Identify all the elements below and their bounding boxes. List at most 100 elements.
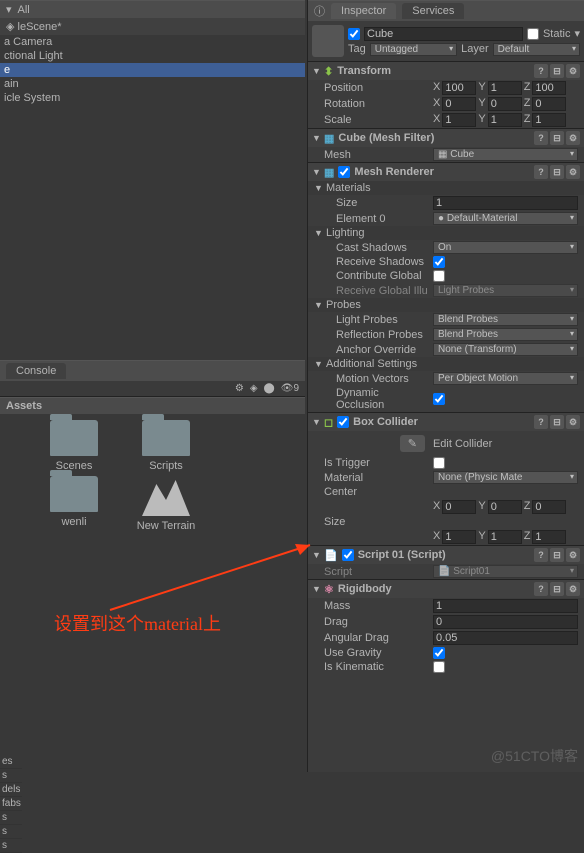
rot-y[interactable] xyxy=(488,97,522,111)
center-y[interactable] xyxy=(488,500,522,514)
mass-input[interactable] xyxy=(433,599,578,613)
scene-name[interactable]: ◈ leScene* xyxy=(0,18,305,35)
asset-item[interactable]: Scripts xyxy=(122,420,210,472)
console-tab[interactable]: Console xyxy=(0,360,305,381)
assets-category[interactable]: s xyxy=(0,839,22,853)
hierarchy-item[interactable]: icle System xyxy=(0,91,305,105)
preset-icon[interactable]: ⊟ xyxy=(550,64,564,78)
gear-icon[interactable]: ⚙ xyxy=(566,582,580,596)
size-y[interactable] xyxy=(488,530,522,544)
preset-icon[interactable]: ⊟ xyxy=(550,415,564,429)
collider-enable-checkbox[interactable] xyxy=(337,416,349,428)
preset-icon[interactable]: ⊟ xyxy=(550,582,564,596)
foldout-icon[interactable]: ▼ xyxy=(312,66,320,76)
use-gravity-checkbox[interactable] xyxy=(433,647,445,659)
asset-label: New Terrain xyxy=(122,520,210,532)
assets-category[interactable]: dels xyxy=(0,783,22,797)
rigidbody-component: ▼⚛Rigidbody?⊟⚙ Mass Drag Angular Drag Us… xyxy=(308,579,584,674)
script-enable-checkbox[interactable] xyxy=(342,549,354,561)
asset-item[interactable]: New Terrain xyxy=(122,476,210,532)
scl-x[interactable] xyxy=(442,113,476,127)
pos-z[interactable] xyxy=(532,81,566,95)
help-icon[interactable]: ? xyxy=(534,131,548,145)
is-kinematic-checkbox[interactable] xyxy=(433,661,445,673)
assets-tab[interactable]: Assets xyxy=(0,397,305,414)
gameobject-icon[interactable] xyxy=(312,25,344,57)
help-icon[interactable]: ? xyxy=(534,582,548,596)
mesh-icon: ▦ xyxy=(324,132,334,145)
motion-vectors-dropdown[interactable]: Per Object Motion xyxy=(433,372,578,385)
pos-x[interactable] xyxy=(442,81,476,95)
tab-inspector[interactable]: Inspector xyxy=(331,3,396,19)
center-x[interactable] xyxy=(442,500,476,514)
help-icon[interactable]: ? xyxy=(534,548,548,562)
foldout-icon[interactable]: ▼ xyxy=(312,550,320,560)
physic-material-field[interactable]: None (Physic Mate xyxy=(433,471,578,484)
renderer-enable-checkbox[interactable] xyxy=(338,166,350,178)
mat-element0[interactable]: ● Default-Material xyxy=(433,212,578,225)
size-x[interactable] xyxy=(442,530,476,544)
assets-category[interactable]: fabs xyxy=(0,797,22,811)
hierarchy-filter[interactable]: ▾ All xyxy=(0,0,305,18)
rot-x[interactable] xyxy=(442,97,476,111)
console-icon[interactable]: ◈ xyxy=(250,383,258,394)
preset-icon[interactable]: ⊟ xyxy=(550,131,564,145)
gear-icon[interactable]: ⚙ xyxy=(566,64,580,78)
tab-services[interactable]: Services xyxy=(402,3,464,19)
gear-icon[interactable]: ⚙ xyxy=(566,548,580,562)
size-z[interactable] xyxy=(532,530,566,544)
layer-dropdown[interactable]: Default xyxy=(493,43,580,56)
hierarchy-item[interactable]: e xyxy=(0,63,305,77)
rot-z[interactable] xyxy=(532,97,566,111)
foldout-icon[interactable]: ▼ xyxy=(314,359,322,369)
foldout-icon[interactable]: ▼ xyxy=(314,300,322,310)
is-trigger-checkbox[interactable] xyxy=(433,457,445,469)
scl-y[interactable] xyxy=(488,113,522,127)
edit-collider-button[interactable]: ✎ xyxy=(400,435,425,452)
assets-category[interactable]: s xyxy=(0,769,22,783)
occlusion-checkbox[interactable] xyxy=(433,393,445,405)
gameobject-name-input[interactable] xyxy=(364,27,523,41)
reflection-probes-dropdown[interactable]: Blend Probes xyxy=(433,328,578,341)
asset-item[interactable]: wenli xyxy=(30,476,118,528)
preset-icon[interactable]: ⊟ xyxy=(550,165,564,179)
asset-item[interactable]: Scenes xyxy=(30,420,118,472)
hierarchy-item[interactable]: a Camera xyxy=(0,35,305,49)
tag-dropdown[interactable]: Untagged xyxy=(370,43,457,56)
angular-drag-input[interactable] xyxy=(433,631,578,645)
console-icon[interactable]: ⬤ xyxy=(264,383,275,394)
foldout-icon[interactable]: ▼ xyxy=(312,417,320,427)
help-icon[interactable]: ? xyxy=(534,64,548,78)
foldout-icon[interactable]: ▼ xyxy=(312,133,320,143)
assets-category[interactable]: s xyxy=(0,811,22,825)
pos-y[interactable] xyxy=(488,81,522,95)
foldout-icon[interactable]: ▼ xyxy=(312,167,320,177)
center-z[interactable] xyxy=(532,500,566,514)
foldout-icon[interactable]: ▼ xyxy=(312,584,320,594)
foldout-icon[interactable]: ▼ xyxy=(314,228,322,238)
anchor-override-dropdown[interactable]: None (Transform) xyxy=(433,343,578,356)
preset-icon[interactable]: ⊟ xyxy=(550,548,564,562)
assets-category[interactable]: s xyxy=(0,825,22,839)
assets-category[interactable]: es xyxy=(0,755,22,769)
scl-z[interactable] xyxy=(532,113,566,127)
help-icon[interactable]: ? xyxy=(534,415,548,429)
gameobject-active-checkbox[interactable] xyxy=(348,28,360,40)
cast-shadows-dropdown[interactable]: On xyxy=(433,241,578,254)
mesh-field[interactable]: ▦ Cube xyxy=(433,148,578,161)
static-checkbox[interactable] xyxy=(527,28,539,40)
contribute-gi-checkbox[interactable] xyxy=(433,270,445,282)
gear-icon[interactable]: ⚙ xyxy=(566,165,580,179)
hierarchy-item[interactable]: ctional Light xyxy=(0,49,305,63)
help-icon[interactable]: ? xyxy=(534,165,548,179)
receive-shadows-checkbox[interactable] xyxy=(433,256,445,268)
gear-icon[interactable]: ⚙ xyxy=(566,131,580,145)
script-icon: 📄 xyxy=(324,549,338,562)
light-probes-dropdown[interactable]: Blend Probes xyxy=(433,313,578,326)
mat-size[interactable] xyxy=(433,196,578,210)
gear-icon[interactable]: ⚙ xyxy=(566,415,580,429)
hierarchy-item[interactable]: ain xyxy=(0,77,305,91)
foldout-icon[interactable]: ▼ xyxy=(314,183,322,193)
drag-input[interactable] xyxy=(433,615,578,629)
console-icon[interactable]: ⚙ xyxy=(235,383,244,394)
